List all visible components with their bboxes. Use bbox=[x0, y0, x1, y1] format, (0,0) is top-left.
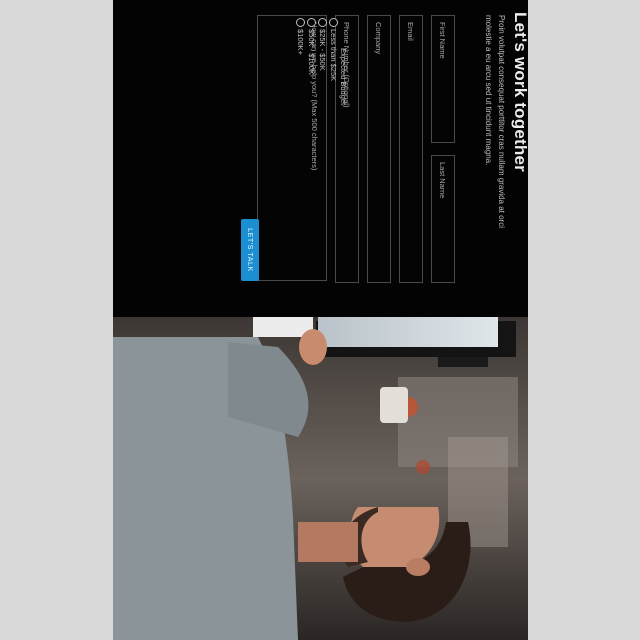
monitor-stand bbox=[438, 357, 488, 367]
coffee-cup bbox=[380, 387, 408, 423]
budget-option-100k-plus[interactable]: $100K+ bbox=[296, 18, 305, 55]
rotated-stage: Let's work together Proin volutpat conse… bbox=[113, 0, 528, 640]
radio-circle-icon[interactable] bbox=[307, 18, 316, 27]
budget-option-label: $100K+ bbox=[296, 29, 305, 56]
last-name-label: Last Name bbox=[438, 162, 447, 199]
company-label: Company bbox=[374, 22, 383, 55]
budget-title: Expected Budget bbox=[339, 48, 348, 106]
first-name-field[interactable]: First Name bbox=[431, 15, 455, 143]
contact-form-panel: Let's work together Proin volutpat conse… bbox=[113, 0, 528, 317]
budget-option-50k-100k[interactable]: $50K - $100K bbox=[307, 18, 316, 75]
radio-circle-icon[interactable] bbox=[318, 18, 327, 27]
last-name-field[interactable]: Last Name bbox=[431, 155, 455, 283]
budget-option-label: $25K - $50K bbox=[318, 29, 327, 71]
email-label: Email bbox=[406, 22, 415, 41]
budget-option-label: Less than $25K bbox=[329, 29, 338, 82]
message-textarea[interactable] bbox=[257, 15, 327, 281]
contact-section: Let's work together Proin volutpat conse… bbox=[113, 0, 528, 640]
radio-circle-icon[interactable] bbox=[329, 18, 338, 27]
budget-option-25k-50k[interactable]: $25K - $50K bbox=[318, 18, 327, 71]
page-title: Let's work together bbox=[511, 12, 528, 172]
first-name-label: First Name bbox=[438, 22, 447, 59]
man-at-computer-illustration bbox=[113, 317, 528, 640]
hand bbox=[299, 329, 327, 365]
hero-photo bbox=[113, 317, 528, 640]
radio-circle-icon[interactable] bbox=[296, 18, 305, 27]
budget-option-label: $50K - $100K bbox=[307, 29, 316, 75]
lets-talk-button[interactable]: LET'S TALK bbox=[241, 219, 259, 281]
monitor-screen bbox=[318, 317, 498, 347]
budget-option-less-than-25k[interactable]: Less than $25K bbox=[329, 18, 338, 81]
company-field[interactable]: Company bbox=[367, 15, 391, 283]
background-light bbox=[416, 460, 430, 474]
ear bbox=[406, 558, 430, 576]
email-field[interactable]: Email bbox=[399, 15, 423, 283]
neck bbox=[298, 522, 358, 562]
intro-text: Proin volutpat consequat porttitor cras … bbox=[484, 15, 506, 228]
